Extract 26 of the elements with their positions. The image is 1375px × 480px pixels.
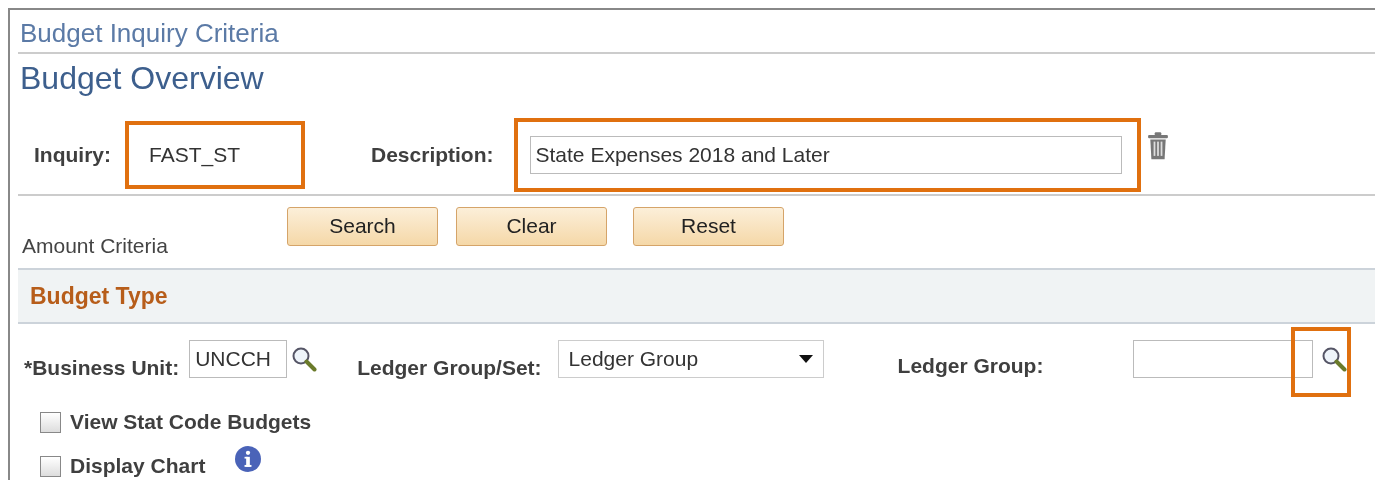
ledger-group-set-label: Ledger Group/Set: xyxy=(357,356,542,380)
breadcrumb-title: Budget Inquiry Criteria xyxy=(19,17,280,50)
ledger-group-field[interactable] xyxy=(1133,340,1314,378)
inquiry-label: Inquiry: xyxy=(34,143,111,167)
description-label: Description: xyxy=(371,143,494,167)
search-icon[interactable] xyxy=(291,346,318,372)
checkbox-label: Display Chart xyxy=(70,454,206,478)
section-title: Budget Type xyxy=(30,282,168,310)
ledger-group-set-dropdown[interactable]: Ledger Group xyxy=(557,340,824,378)
checkbox[interactable] xyxy=(40,455,61,477)
action-button[interactable]: Search xyxy=(287,206,438,246)
description-field[interactable]: State Expenses 2018 and Later xyxy=(529,136,1122,174)
search-icon[interactable] xyxy=(1321,346,1348,372)
ledger-group-label: Ledger Group: xyxy=(897,354,1044,378)
caret-icon xyxy=(798,355,813,363)
action-button[interactable]: Clear xyxy=(456,206,607,246)
inquiry-value: FAST_ST xyxy=(149,143,241,167)
checkbox[interactable] xyxy=(40,411,61,433)
action-button[interactable]: Reset xyxy=(633,206,784,246)
trash-icon[interactable] xyxy=(1146,131,1169,161)
page-title: Budget Overview xyxy=(19,59,265,98)
amount-criteria-label: Amount Criteria xyxy=(22,234,169,258)
info-icon[interactable] xyxy=(235,446,262,472)
checkbox-label: View Stat Code Budgets xyxy=(70,410,312,434)
business-unit-label: *Business Unit: xyxy=(24,356,180,380)
business-unit-field[interactable]: UNCCH xyxy=(189,340,288,378)
